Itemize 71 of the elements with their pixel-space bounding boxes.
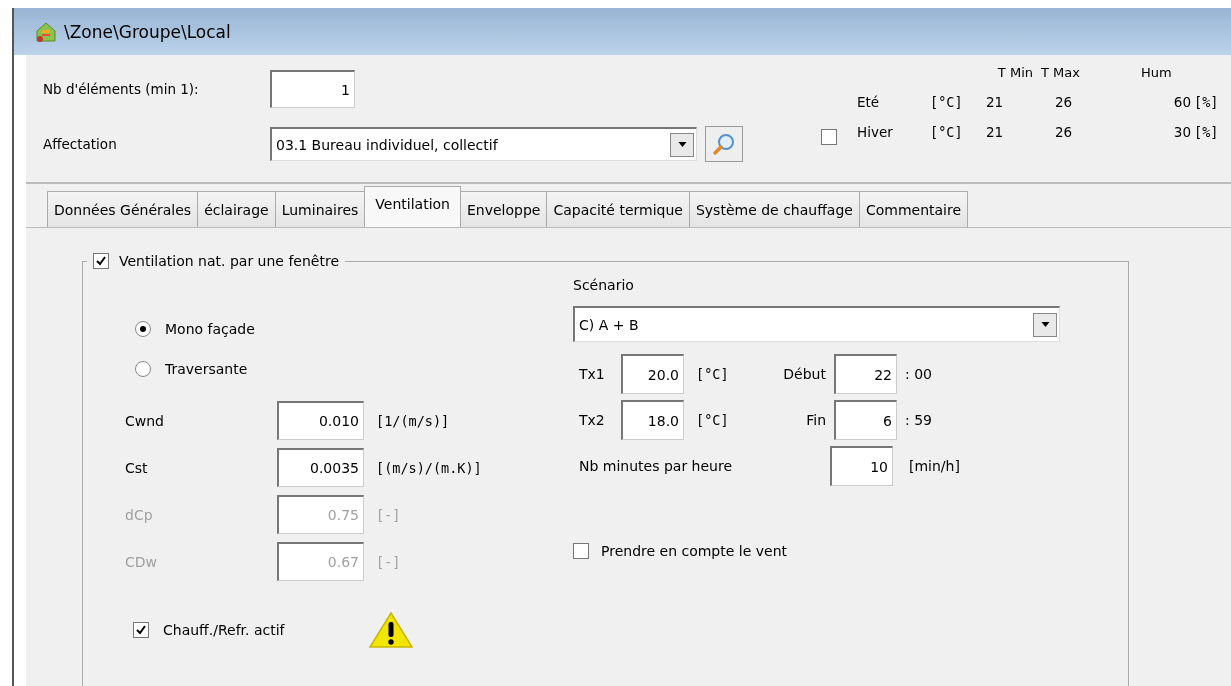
checkbox[interactable] [93, 253, 109, 269]
hour-field[interactable]: 22 [834, 354, 897, 394]
unit-label: [%] [1193, 94, 1220, 110]
table-cell-text: 21 [986, 94, 1005, 110]
number-field[interactable]: 0.0035 [277, 448, 364, 487]
table-cell-text: 26 [1054, 94, 1074, 110]
checkbox[interactable] [821, 129, 837, 145]
field-label: Tx2 [579, 412, 606, 428]
field-label: CDw [125, 553, 158, 570]
checkbox-label: Ventilation nat. par une fenêtre [119, 253, 339, 269]
radio-label: Traversante [165, 361, 248, 377]
temperature-field[interactable]: 20.0 [621, 354, 684, 394]
count-field[interactable]: 1 [270, 70, 355, 108]
checkbox-label: Chauff./Refr. actif [163, 622, 286, 638]
tab[interactable]: Ventilation [364, 186, 461, 227]
warning-icon [368, 611, 414, 649]
table-cell-text: 26 [1054, 124, 1074, 140]
radio-button[interactable] [135, 321, 151, 337]
field-label: Fin [805, 412, 827, 428]
tab[interactable]: Données Générales [47, 191, 199, 227]
column-header: Hum [1141, 65, 1173, 80]
minutes-label: : 00 [904, 366, 932, 382]
tab[interactable]: éclairage [197, 191, 276, 227]
tab[interactable]: Commentaire [858, 191, 969, 227]
unit-label: [°C] [695, 366, 730, 382]
unit-label: [°C] [930, 94, 964, 110]
checkbox[interactable] [133, 622, 149, 638]
unit-label: [-] [376, 506, 401, 523]
minutes-label: : 59 [904, 412, 932, 428]
checkbox[interactable] [573, 543, 589, 559]
unit-label: [°C] [695, 412, 730, 428]
hour-field[interactable]: 6 [834, 400, 897, 440]
tab[interactable]: Système de chauffage [688, 191, 860, 227]
number-field[interactable]: 0.010 [277, 401, 364, 440]
field-label: Affectation [43, 136, 118, 152]
season-label: Hiver [857, 123, 894, 140]
tab[interactable]: Capacité termique [546, 191, 690, 227]
field-label: dCp [125, 506, 154, 523]
field-label: Début [782, 366, 827, 382]
column-header: T Min [996, 65, 1034, 80]
search-icon [712, 132, 736, 156]
table-cell-text: 30 [1172, 124, 1191, 140]
unit-label: [°C] [930, 124, 964, 140]
scenario-dropdown[interactable]: C) A + B [573, 306, 1060, 342]
tab[interactable]: Luminaires [274, 191, 366, 227]
field-label: Tx1 [579, 366, 606, 382]
field-label: Cwnd [125, 412, 165, 429]
unit-label: [-] [376, 553, 401, 570]
table-cell-text: 60 [1172, 94, 1191, 110]
unit-label: [%] [1193, 124, 1220, 140]
field-label: Nb d'éléments (min 1): [43, 81, 200, 97]
unit-label: [1/(m/s)] [376, 412, 450, 429]
unit-label: [min/h] [908, 458, 960, 474]
table-cell-text: 21 [986, 124, 1005, 140]
dropdown-arrow-icon [1040, 322, 1050, 327]
field-label: Cst [125, 459, 149, 476]
minutes-field[interactable]: 10 [830, 446, 893, 486]
tab[interactable]: Enveloppe [460, 191, 548, 227]
field-label: Nb minutes par heure [579, 458, 734, 474]
temperature-field[interactable]: 18.0 [621, 400, 684, 440]
season-label: Eté [857, 93, 881, 110]
field-label: Scénario [573, 277, 635, 293]
affectation-dropdown[interactable]: 03.1 Bureau individuel, collectif [270, 127, 697, 161]
column-header: T Max [1041, 65, 1081, 80]
unit-label: [(m/s)/(m.K)] [376, 459, 482, 476]
checkbox-label: Prendre en compte le vent [601, 543, 788, 559]
window-title: \Zone\Groupe\Local [64, 21, 231, 42]
dropdown-arrow-icon [677, 142, 687, 147]
radio-button[interactable] [135, 361, 151, 377]
search-button[interactable] [705, 126, 743, 162]
radio-label: Mono façade [165, 321, 255, 337]
